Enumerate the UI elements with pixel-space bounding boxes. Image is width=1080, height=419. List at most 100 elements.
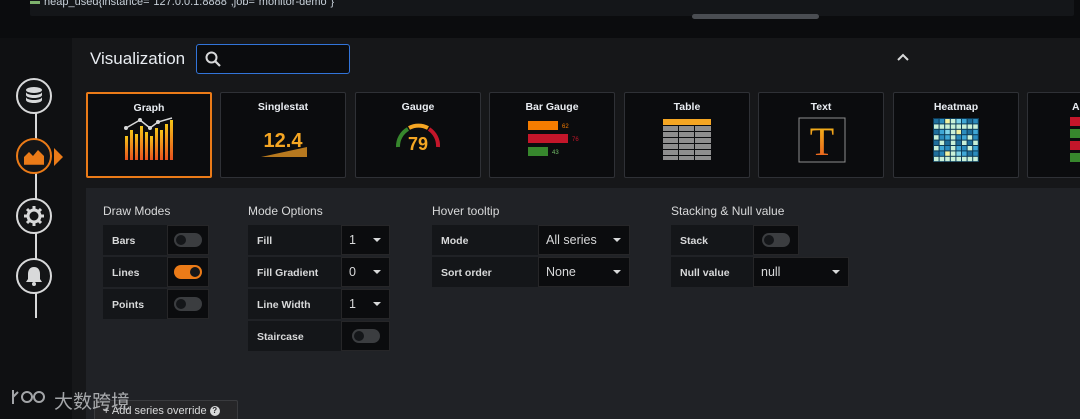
- card-heatmap[interactable]: Heatmap: [893, 92, 1019, 178]
- search-input[interactable]: [227, 49, 345, 71]
- search-box[interactable]: [196, 44, 350, 74]
- select-value: 0: [349, 265, 356, 279]
- heatmap-cell: [967, 119, 973, 124]
- heatmap-cell: [973, 124, 978, 129]
- card-alert-list[interactable]: Al: [1027, 92, 1080, 178]
- caret-down-icon: [373, 238, 381, 242]
- caret-down-icon: [373, 270, 381, 274]
- visualization-tab-button[interactable]: [16, 138, 52, 174]
- heatmap-cell: [967, 146, 973, 151]
- card-bar-gauge[interactable]: Bar Gauge 62 76 43: [489, 92, 615, 178]
- option-label: Fill: [248, 225, 341, 255]
- card-gauge[interactable]: Gauge 79: [355, 92, 481, 178]
- card-graph[interactable]: Graph: [86, 92, 212, 178]
- section-title: Stacking & Null value: [671, 204, 785, 218]
- caret-down-icon: [613, 238, 621, 242]
- heatmap-cell: [950, 135, 956, 140]
- heatmap-cell: [950, 119, 956, 124]
- option-row-points: Points: [103, 289, 209, 319]
- card-singlestat[interactable]: Singlestat 12.4: [220, 92, 346, 178]
- heatmap-cell: [945, 140, 950, 145]
- heatmap-cell: [950, 156, 956, 162]
- toggle-switch[interactable]: [762, 233, 790, 247]
- caret-down-icon: [613, 270, 621, 274]
- visualization-editor: Visualization Graph Singlestat 12.4 Gaug…: [72, 38, 1080, 419]
- heatmap-cell: [962, 129, 967, 135]
- option-label: Line Width: [248, 289, 341, 319]
- heatmap-cell: [956, 124, 961, 129]
- mode-options-section: Mode Options Fill 1 Fill Gradient 0 Line…: [248, 204, 390, 353]
- heatmap-cell: [973, 146, 978, 151]
- heatmap-cell: [945, 119, 950, 124]
- heatmap-cell: [945, 146, 950, 151]
- heatmap-cell: [939, 124, 945, 129]
- option-label: Null value: [671, 257, 753, 287]
- toggle-switch[interactable]: [174, 297, 202, 311]
- general-tab-button[interactable]: [16, 198, 52, 234]
- editor-sidenav: [0, 38, 72, 419]
- heatmap-cell: [945, 129, 950, 135]
- heatmap-cell: [956, 119, 961, 124]
- heatmap-cell: [939, 140, 945, 145]
- card-table[interactable]: Table: [624, 92, 750, 178]
- heatmap-cell: [934, 135, 939, 140]
- caret-down-icon: [832, 270, 840, 274]
- help-icon[interactable]: ?: [209, 406, 220, 417]
- hover-tooltip-section: Hover tooltip Mode All series Sort order…: [432, 204, 630, 289]
- staircase-switch[interactable]: [341, 321, 390, 351]
- toggle-switch[interactable]: [174, 233, 202, 247]
- graph-legend[interactable]: heap_used{instance="127.0.0.1:8888",job=…: [30, 0, 334, 8]
- heatmap-cell: [973, 151, 978, 156]
- heatmap-cell: [962, 151, 967, 156]
- select-value: null: [761, 265, 781, 279]
- stack-switch[interactable]: [753, 225, 799, 255]
- singlestat-value: 12.4: [264, 130, 304, 152]
- option-label: Points: [103, 289, 167, 319]
- heatmap-cell: [934, 140, 939, 145]
- heatmap-cell: [939, 129, 945, 135]
- option-row-fill: Fill 1: [248, 225, 390, 255]
- select-value: All series: [546, 233, 597, 247]
- section-title: Mode Options: [248, 204, 323, 218]
- points-switch[interactable]: [167, 289, 209, 319]
- option-row-line-width: Line Width 1: [248, 289, 390, 319]
- chevron-up-icon[interactable]: [896, 52, 910, 62]
- option-row-stack: Stack: [671, 225, 849, 255]
- heatmap-cell: [967, 135, 973, 140]
- line-width-select[interactable]: 1: [341, 289, 390, 319]
- alert-tab-button[interactable]: [16, 258, 52, 294]
- heatmap-cell: [962, 135, 967, 140]
- fill-gradient-select[interactable]: 0: [341, 257, 390, 287]
- tooltip-mode-select[interactable]: All series: [538, 225, 630, 255]
- fill-select[interactable]: 1: [341, 225, 390, 255]
- heatmap-cell: [962, 119, 967, 124]
- toggle-switch[interactable]: [351, 329, 380, 343]
- option-label: Sort order: [432, 257, 538, 287]
- toggle-switch[interactable]: [174, 265, 202, 279]
- heatmap-cell: [945, 156, 950, 162]
- lines-switch[interactable]: [167, 257, 209, 287]
- heatmap-cell: [962, 146, 967, 151]
- heatmap-cell: [934, 119, 939, 124]
- watermark-text: 大数跨境: [54, 392, 131, 413]
- bars-switch[interactable]: [167, 225, 209, 255]
- heatmap-cell: [934, 146, 939, 151]
- page-title: Visualization: [90, 49, 186, 68]
- database-icon: [26, 87, 42, 103]
- null-value-select[interactable]: null: [753, 257, 849, 287]
- heatmap-cell: [939, 119, 945, 124]
- heatmap-cell: [956, 146, 961, 151]
- heatmap-cell: [934, 124, 939, 129]
- sort-order-select[interactable]: None: [538, 257, 630, 287]
- horizontal-scrollbar[interactable]: [692, 14, 819, 19]
- heatmap-cell: [973, 119, 978, 124]
- heatmap-cell: [939, 156, 945, 162]
- heatmap-cell: [934, 129, 939, 135]
- heatmap-cell: [934, 151, 939, 156]
- card-text[interactable]: Text T: [758, 92, 884, 178]
- section-title: Draw Modes: [103, 204, 171, 218]
- queries-tab-button[interactable]: [16, 78, 52, 114]
- option-row-staircase: Staircase: [248, 321, 390, 351]
- heatmap-cell: [956, 135, 961, 140]
- heatmap-cell: [962, 140, 967, 145]
